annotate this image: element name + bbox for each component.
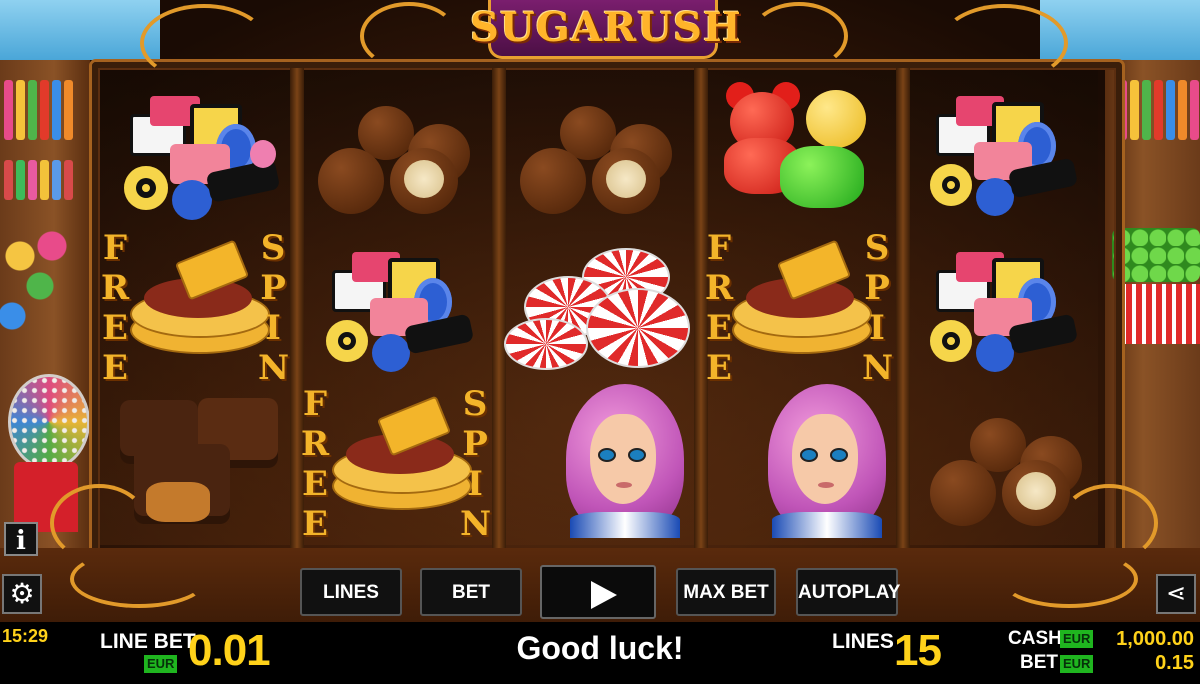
game-logo: SUGARUSH: [470, 0, 742, 64]
ornament-scroll: [140, 4, 268, 82]
ornament-scroll: [50, 484, 148, 562]
symbol-liquorice-allsorts: [120, 84, 290, 224]
line-bet-label: LINE BET: [100, 630, 196, 653]
gear-icon: ⚙: [9, 578, 35, 609]
candy-jars-right: [1118, 80, 1199, 140]
share-button[interactable]: ⋖: [1156, 574, 1196, 614]
bet-label: BET: [1020, 652, 1058, 673]
candy-jars-left-2: [4, 160, 73, 200]
ornament-scroll: [1060, 484, 1158, 562]
game-scene: F R E E S P I N F R E E S P I N F R E E …: [0, 0, 1200, 684]
spin-letter: S: [260, 228, 286, 268]
symbol-pink-haired-girl: [560, 384, 690, 540]
free-letter: R: [704, 268, 734, 308]
spin-letter: N: [460, 504, 492, 544]
ornament-scroll: [940, 4, 1068, 82]
green-candies: [1112, 228, 1200, 282]
bet-value: 0.15: [1155, 652, 1194, 674]
symbol-peppermint-candies: [504, 248, 690, 370]
free-letter: E: [102, 348, 128, 388]
ornament-scroll: [750, 2, 848, 70]
free-letter: R: [100, 268, 130, 308]
cash-value: 1,000.00: [1116, 628, 1194, 650]
spin-letter: P: [462, 424, 488, 464]
spin-letter: I: [265, 308, 281, 348]
lines-count-label: LINES: [832, 630, 894, 653]
cash-label: CASH: [1008, 628, 1062, 649]
lines-count-value: 15: [894, 626, 942, 675]
bet-level-button[interactable]: BET LEVEL: [420, 568, 522, 649]
free-letter: E: [302, 504, 328, 544]
currency-badge: EUR: [144, 655, 178, 673]
game-message: Good luck!: [516, 630, 684, 666]
free-letter: F: [706, 228, 732, 268]
candy-jars-left: [4, 80, 73, 140]
spin-letter: S: [462, 384, 488, 424]
symbol-gummy-bears: [720, 82, 870, 222]
free-letter: R: [300, 424, 330, 464]
settings-button[interactable]: ⚙: [2, 574, 42, 614]
free-letter: E: [706, 308, 732, 348]
free-letter: F: [302, 384, 328, 424]
spin-letter: I: [869, 308, 885, 348]
symbol-pink-haired-girl: [762, 384, 892, 540]
free-letter: E: [302, 464, 328, 504]
spin-letter: P: [864, 268, 890, 308]
free-letter: E: [706, 348, 732, 388]
symbol-free-spin-pie: [332, 395, 472, 516]
sky-left: [0, 0, 160, 60]
currency-badge: EUR: [1060, 655, 1094, 673]
info-button[interactable]: i: [4, 522, 38, 556]
currency-badge: EUR: [1060, 630, 1094, 648]
logo-text: SUGARUSH: [470, 4, 742, 51]
symbol-chocolate-truffles: [520, 104, 680, 224]
spin-letter: P: [260, 268, 286, 308]
clock: 15:29: [2, 626, 49, 646]
candy-canes: [1116, 284, 1200, 344]
lollipops: [0, 226, 84, 346]
free-letter: E: [102, 308, 128, 348]
max-bet-button[interactable]: MAX BET: [676, 568, 776, 616]
spin-letter: S: [864, 228, 890, 268]
symbol-chocolate-truffles: [318, 104, 478, 224]
share-icon: ⋖: [1165, 580, 1187, 607]
free-letter: F: [102, 228, 128, 268]
spin-letter: N: [258, 348, 290, 388]
spin-letter: I: [467, 464, 483, 504]
spin-button[interactable]: [540, 565, 656, 619]
symbol-free-spin-pie: [130, 239, 270, 360]
spin-letter: N: [862, 348, 894, 388]
symbol-liquorice-allsorts: [322, 240, 482, 380]
lines-button[interactable]: LINES: [300, 568, 402, 616]
ornament-scroll: [360, 2, 458, 70]
line-bet-value: 0.01: [188, 626, 271, 675]
symbol-liquorice-allsorts: [926, 84, 1086, 224]
autoplay-button[interactable]: AUTOPLAY: [796, 568, 900, 616]
symbol-liquorice-allsorts: [926, 240, 1086, 380]
gumball-machine: [8, 374, 90, 470]
reel-divider: [896, 68, 910, 548]
symbol-free-spin-pie: [732, 239, 872, 360]
play-icon: [591, 581, 617, 609]
